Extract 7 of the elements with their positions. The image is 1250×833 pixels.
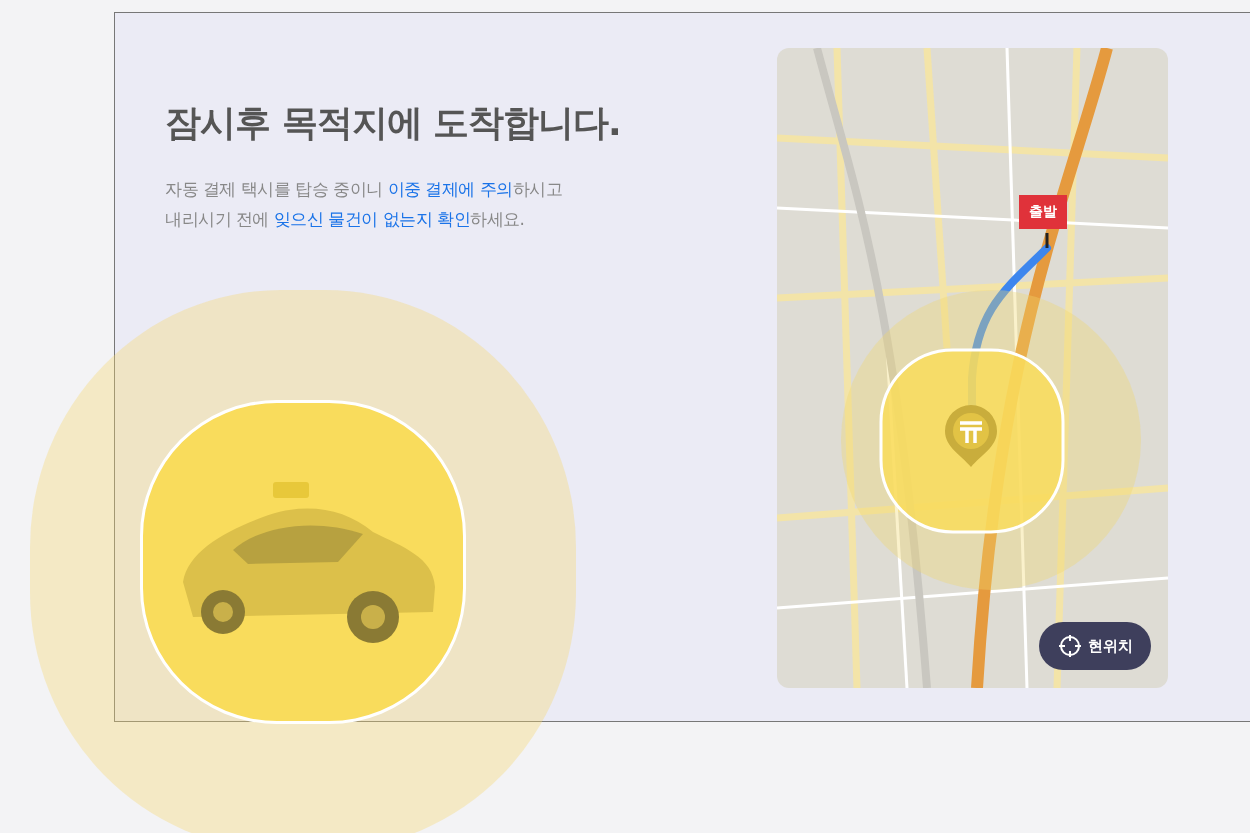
current-location-button[interactable]: 현위치 xyxy=(1039,622,1151,670)
description-line: 내리시기 전에 잊으신 물건이 없는지 확인하세요. xyxy=(165,208,526,231)
origin-marker: 출발 xyxy=(1019,195,1067,229)
taxi-pin-icon xyxy=(943,403,999,469)
crosshair-icon xyxy=(1057,634,1082,658)
description-line: 자동 결제 택시를 탑승 중이니 이중 결제에 주의하시고 xyxy=(165,178,564,201)
heading: 잠시후 목적지에 도착합니다. xyxy=(165,101,622,145)
